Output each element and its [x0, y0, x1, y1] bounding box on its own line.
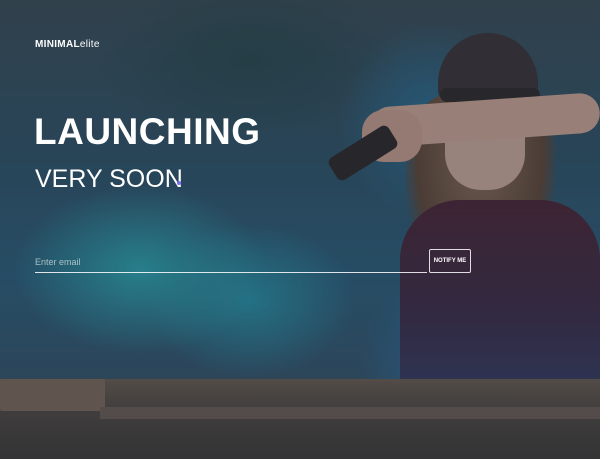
page-title: LAUNCHING [34, 111, 261, 152]
page-subtitle: VERY SOON [35, 165, 183, 193]
background-photo [0, 0, 600, 459]
brand-logo-light: elite [79, 39, 100, 50]
brand-logo-bold: MINIMAL [35, 39, 80, 50]
accent-dot [177, 181, 181, 185]
email-input[interactable] [35, 252, 427, 273]
notify-me-button[interactable]: NOTIFY ME [429, 249, 471, 273]
dark-overlay [0, 0, 600, 459]
brand-logo[interactable]: MINIMALelite [35, 39, 100, 50]
